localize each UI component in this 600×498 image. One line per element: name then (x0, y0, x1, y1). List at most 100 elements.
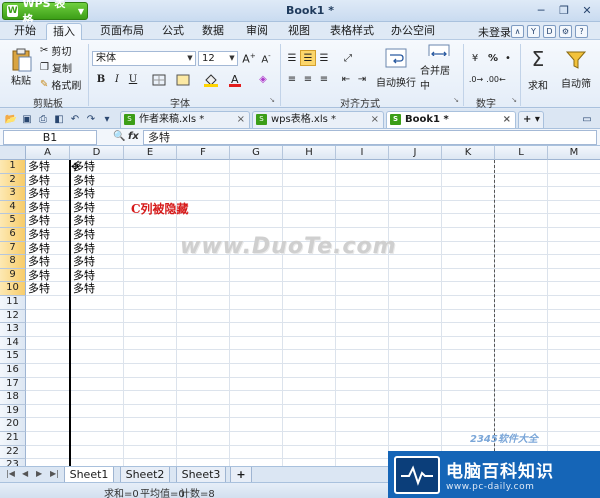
row-header-15[interactable]: 15 (0, 350, 26, 364)
minimize-icon[interactable]: ─ (530, 2, 552, 18)
settings-icon[interactable]: ⚙ (559, 25, 572, 38)
row-header-8[interactable]: 8 (0, 255, 26, 269)
paste-button[interactable]: 粘贴 (6, 44, 36, 90)
row-header-17[interactable]: 17 (0, 377, 26, 392)
tab-office-space[interactable]: 办公空间 (385, 23, 441, 40)
indent-decrease-button[interactable]: ⇤ (338, 72, 354, 87)
column-header-i[interactable]: I (336, 146, 389, 160)
row-header-2[interactable]: 2 (0, 173, 26, 188)
column-header-d[interactable]: D (70, 146, 124, 160)
restore-icon[interactable]: ❐ (553, 2, 575, 18)
row-header-12[interactable]: 12 (0, 309, 26, 324)
column-header-h[interactable]: H (283, 146, 336, 160)
autofilter-button[interactable]: 自动筛 (556, 46, 596, 92)
row-header-21[interactable]: 21 (0, 432, 26, 446)
row-header-11[interactable]: 11 (0, 296, 26, 310)
column-header-f[interactable]: F (177, 146, 230, 160)
cell-a7[interactable]: 多特 (26, 242, 50, 255)
font-color-button[interactable]: A (224, 72, 246, 87)
column-header-g[interactable]: G (230, 146, 283, 160)
format-painter-button[interactable]: ✎ 格式刷 (40, 77, 81, 92)
print-preview-icon[interactable]: ◧ (52, 112, 66, 126)
tab-insert[interactable]: 插入 (46, 23, 82, 40)
row-header-9[interactable]: 9 (0, 268, 26, 283)
row-header-10[interactable]: 10 (0, 282, 26, 296)
spreadsheet-grid[interactable]: A D E F G H I J K L M 1 2 3 4 5 6 7 8 9 10 11 12 13 14 15 16 17 18 19… (0, 146, 600, 466)
tab-review[interactable]: 审阅 (240, 23, 274, 40)
row-header-16[interactable]: 16 (0, 364, 26, 378)
last-sheet-icon[interactable]: ▶| (50, 469, 59, 478)
align-bottom-button[interactable]: ☰ (316, 50, 332, 66)
underline-button[interactable]: U (126, 72, 140, 87)
font-shrink-button[interactable]: A- (259, 51, 273, 66)
cell-a4[interactable]: 多特 (26, 201, 50, 214)
wrap-text-button[interactable]: 自动换行 (376, 44, 416, 92)
cell-d4[interactable]: 多特 (71, 201, 95, 214)
doc-tab-active[interactable]: S Book1 * × (386, 111, 516, 128)
cell-d10[interactable]: 多特 (71, 282, 95, 295)
cell-d9[interactable]: 多特 (71, 269, 95, 282)
column-header-j[interactable]: J (389, 146, 442, 160)
cell-d2[interactable]: 多特 (71, 174, 95, 187)
zoom-search-icon[interactable]: 🔍 (113, 131, 125, 142)
row-header-19[interactable]: 19 (0, 404, 26, 419)
close-icon[interactable]: × (371, 112, 379, 127)
doc-tab[interactable]: S 作者来稿.xls * × (120, 111, 250, 128)
align-top-button[interactable]: ☰ (284, 50, 300, 66)
align-center-button[interactable]: ≡ (300, 72, 316, 87)
row-header-20[interactable]: 20 (0, 418, 26, 432)
align-left-button[interactable]: ≡ (284, 72, 300, 87)
comma-style-button[interactable]: • (503, 50, 513, 66)
row-header-13[interactable]: 13 (0, 323, 26, 337)
login-status[interactable]: 未登录 (478, 24, 511, 40)
column-header-e[interactable]: E (124, 146, 177, 160)
column-header-l[interactable]: L (495, 146, 548, 160)
fill-color-button[interactable] (200, 72, 222, 87)
chevron-down-icon[interactable]: ▾ (100, 112, 114, 126)
row-header-14[interactable]: 14 (0, 336, 26, 351)
cell-style-button[interactable] (172, 72, 194, 87)
align-right-button[interactable]: ≡ (316, 72, 332, 87)
select-all-corner[interactable] (0, 146, 26, 160)
currency-button[interactable]: ¥ (467, 50, 483, 66)
sheet-tab-sheet1[interactable]: Sheet1 (64, 467, 114, 483)
close-icon[interactable]: × (237, 112, 245, 127)
help-icon[interactable]: ? (575, 25, 588, 38)
copy-button[interactable]: ❐ 复制 (40, 60, 72, 75)
first-sheet-icon[interactable]: |◀ (6, 469, 15, 478)
cell-a3[interactable]: 多特 (26, 187, 50, 200)
column-header-k[interactable]: K (442, 146, 495, 160)
row-header-5[interactable]: 5 (0, 214, 26, 228)
alignment-dialog-launcher-icon[interactable]: ↘ (452, 95, 460, 105)
increase-decimal-button[interactable]: .0→ (467, 72, 485, 87)
autosum-button[interactable]: Σ 求和 (522, 46, 554, 92)
clear-format-button[interactable]: ◈ (252, 72, 274, 87)
cell-a10[interactable]: 多特 (26, 282, 50, 295)
cell-a1[interactable]: 多特 (26, 160, 50, 173)
close-icon[interactable]: ✕ (576, 2, 598, 18)
tab-home[interactable]: 开始 (8, 23, 42, 40)
skin-icon[interactable]: Y (527, 25, 540, 38)
hidden-column-marker[interactable] (69, 160, 71, 466)
cell-a2[interactable]: 多特 (26, 174, 50, 187)
font-name-select[interactable]: 宋体 ▼ (92, 51, 196, 66)
row-header-6[interactable]: 6 (0, 228, 26, 242)
tab-page-layout[interactable]: 页面布局 (94, 23, 150, 40)
share-icon[interactable]: D (543, 25, 556, 38)
doc-tab[interactable]: S wps表格.xls * × (252, 111, 384, 128)
tab-data[interactable]: 数据 (196, 23, 230, 40)
save-icon[interactable]: ▣ (20, 112, 34, 126)
prev-sheet-icon[interactable]: ◀ (22, 469, 28, 478)
italic-button[interactable]: I (110, 72, 124, 87)
cell-d8[interactable]: 多特 (71, 255, 95, 268)
new-tab-button[interactable]: + ▾ (518, 111, 544, 128)
undo-icon[interactable]: ↶ (68, 112, 82, 126)
next-sheet-icon[interactable]: ▶ (36, 469, 42, 478)
orientation-button[interactable]: ⤢ (338, 50, 358, 66)
row-header-18[interactable]: 18 (0, 391, 26, 405)
wps-app-button[interactable]: W WPS 表格 ▼ (2, 0, 88, 26)
borders-button[interactable] (148, 72, 170, 87)
cell-a9[interactable]: 多特 (26, 269, 50, 282)
redo-icon[interactable]: ↷ (84, 112, 98, 126)
sheet-tab-sheet3[interactable]: Sheet3 (176, 467, 226, 483)
